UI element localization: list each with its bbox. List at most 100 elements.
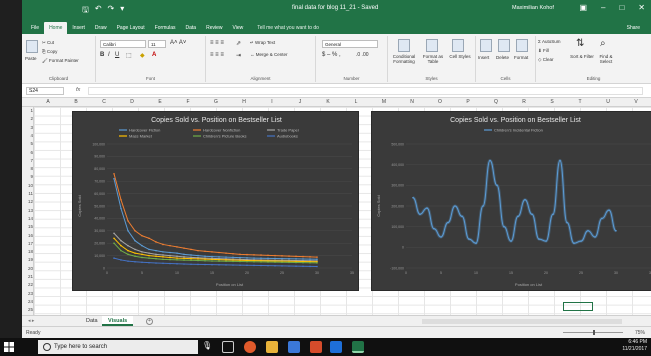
ribbon-display-icon[interactable]: ▣ bbox=[579, 3, 587, 12]
row-header[interactable]: 23 bbox=[22, 291, 33, 296]
column-header[interactable]: R bbox=[510, 99, 538, 105]
cell-grid[interactable]: Copies Sold vs. Position on Bestseller L… bbox=[34, 107, 651, 315]
horizontal-scrollbar[interactable] bbox=[422, 319, 622, 324]
column-header[interactable]: E bbox=[146, 99, 174, 105]
decimal-icon[interactable]: .0 .00 bbox=[356, 52, 369, 58]
row-header[interactable]: 16 bbox=[22, 233, 33, 238]
column-header[interactable]: N bbox=[398, 99, 426, 105]
tab-view[interactable]: View bbox=[228, 22, 249, 34]
mail-icon[interactable] bbox=[288, 341, 300, 353]
wrap-text-button[interactable]: ↵ Wrap Text bbox=[250, 40, 275, 46]
delete-icon[interactable] bbox=[498, 39, 510, 52]
find-select-button[interactable]: Find & Select bbox=[594, 54, 618, 64]
font-name-select[interactable]: Calibri bbox=[100, 40, 146, 48]
cell-styles-icon[interactable] bbox=[452, 39, 464, 52]
sheet-tab-visuals[interactable]: Visuals bbox=[102, 316, 134, 326]
fill-button[interactable]: ⬇ Fill bbox=[538, 48, 549, 54]
row-header[interactable]: 5 bbox=[22, 141, 33, 146]
row-header[interactable]: 2 bbox=[22, 116, 33, 121]
row-header[interactable]: 12 bbox=[22, 199, 33, 204]
underline-button[interactable]: U bbox=[115, 52, 119, 58]
sheet-nav-arrows[interactable]: ◂ ▸ bbox=[28, 318, 34, 324]
bold-button[interactable]: B bbox=[100, 52, 104, 58]
paste-button[interactable]: Paste bbox=[25, 56, 37, 61]
row-header[interactable]: 24 bbox=[22, 299, 33, 304]
row-header[interactable]: 14 bbox=[22, 216, 33, 221]
undo-icon[interactable]: ↶ bbox=[95, 4, 102, 18]
conditional-formatting-icon[interactable] bbox=[398, 39, 410, 52]
column-header[interactable]: B bbox=[62, 99, 90, 105]
zoom-slider[interactable] bbox=[563, 330, 623, 335]
row-header[interactable]: 3 bbox=[22, 125, 33, 130]
row-header[interactable]: 18 bbox=[22, 249, 33, 254]
column-header[interactable]: S bbox=[538, 99, 566, 105]
share-button[interactable]: Share bbox=[622, 22, 645, 34]
tab-insert[interactable]: Insert bbox=[67, 22, 90, 34]
column-header[interactable]: C bbox=[90, 99, 118, 105]
zoom-level[interactable]: 75% bbox=[635, 330, 645, 336]
taskbar-search[interactable]: Type here to search bbox=[38, 340, 198, 354]
column-header[interactable]: P bbox=[454, 99, 482, 105]
column-header[interactable]: J bbox=[286, 99, 314, 105]
conditional-formatting-button[interactable]: Conditional Formatting bbox=[388, 54, 420, 64]
user-name[interactable]: Maximilian Kohof bbox=[512, 5, 554, 11]
copy-button[interactable]: ⎘ Copy bbox=[42, 49, 57, 54]
column-header[interactable]: G bbox=[202, 99, 230, 105]
row-header[interactable]: 19 bbox=[22, 257, 33, 262]
column-header[interactable]: U bbox=[594, 99, 622, 105]
tab-data[interactable]: Data bbox=[181, 22, 202, 34]
column-header[interactable]: A bbox=[34, 99, 62, 105]
indent-icon[interactable]: ⇥ bbox=[236, 52, 241, 59]
tab-draw[interactable]: Draw bbox=[90, 22, 112, 34]
grow-font-icon[interactable]: A˄ A˅ bbox=[170, 40, 186, 46]
redo-icon[interactable]: ↷ bbox=[108, 4, 115, 18]
row-header[interactable]: 7 bbox=[22, 158, 33, 163]
find-select-icon[interactable]: ⌕ bbox=[600, 38, 606, 49]
windows-start-icon[interactable] bbox=[4, 342, 14, 352]
row-header[interactable]: 25 bbox=[22, 307, 33, 312]
format-as-table-icon[interactable] bbox=[426, 39, 438, 52]
edge-icon[interactable] bbox=[330, 341, 342, 353]
row-header[interactable]: 22 bbox=[22, 282, 33, 287]
row-header[interactable]: 20 bbox=[22, 266, 33, 271]
column-header[interactable]: O bbox=[426, 99, 454, 105]
orientation-icon[interactable]: ⇗ bbox=[236, 40, 241, 47]
app-icon[interactable] bbox=[310, 341, 322, 353]
italic-button[interactable]: I bbox=[108, 52, 110, 58]
format-painter-button[interactable]: 🖌 Format Painter bbox=[42, 58, 79, 64]
chart-right[interactable]: Copies Sold vs. Position on Bestseller L… bbox=[371, 111, 651, 291]
row-header[interactable]: 21 bbox=[22, 274, 33, 279]
row-header[interactable]: 13 bbox=[22, 208, 33, 213]
minimize-icon[interactable]: – bbox=[601, 3, 605, 12]
tab-formulas[interactable]: Formulas bbox=[150, 22, 181, 34]
sheet-tab-data[interactable]: Data bbox=[80, 316, 104, 326]
cell-styles-button[interactable]: Cell Styles bbox=[448, 54, 472, 59]
row-header[interactable]: 17 bbox=[22, 241, 33, 246]
delete-button[interactable]: Delete bbox=[496, 55, 509, 60]
format-as-table-button[interactable]: Format as Table bbox=[420, 54, 446, 64]
fill-color-icon[interactable]: ◆ bbox=[140, 52, 145, 59]
borders-icon[interactable]: ⬚ bbox=[126, 52, 132, 59]
formula-input[interactable] bbox=[88, 87, 643, 95]
font-color-icon[interactable]: A bbox=[152, 52, 156, 58]
sort-filter-button[interactable]: Sort & Filter bbox=[570, 54, 594, 59]
column-header[interactable]: Q bbox=[482, 99, 510, 105]
column-header[interactable]: L bbox=[342, 99, 370, 105]
close-icon[interactable]: ✕ bbox=[638, 3, 645, 12]
column-header[interactable]: F bbox=[174, 99, 202, 105]
align-left-icon[interactable]: ≡ ≡ ≡ bbox=[210, 52, 224, 58]
fx-icon[interactable]: fx bbox=[76, 87, 80, 93]
system-tray[interactable]: 6:46 PM 11/21/2017 bbox=[622, 339, 647, 353]
selected-cell[interactable] bbox=[563, 302, 593, 311]
column-header[interactable]: T bbox=[566, 99, 594, 105]
tab-page-layout[interactable]: Page Layout bbox=[112, 22, 150, 34]
currency-icon[interactable]: $ – % , bbox=[322, 52, 341, 58]
task-view-icon[interactable] bbox=[222, 341, 234, 353]
insert-button[interactable]: Insert bbox=[478, 55, 489, 60]
row-header[interactable]: 11 bbox=[22, 191, 33, 196]
chart-left[interactable]: Copies Sold vs. Position on Bestseller L… bbox=[72, 111, 359, 291]
tab-review[interactable]: Review bbox=[201, 22, 227, 34]
customize-icon[interactable]: ▾ bbox=[120, 4, 124, 18]
format-icon[interactable] bbox=[516, 39, 528, 52]
row-header[interactable]: 10 bbox=[22, 183, 33, 188]
